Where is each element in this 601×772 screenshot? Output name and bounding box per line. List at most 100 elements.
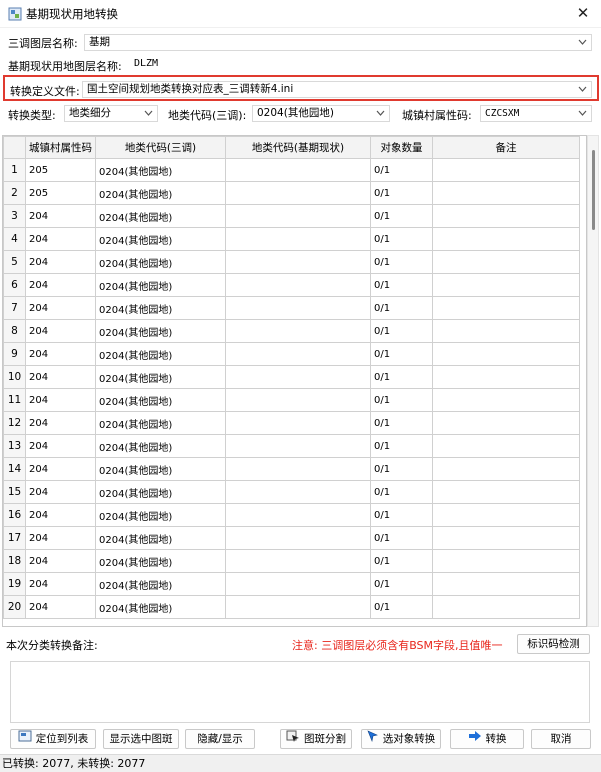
table-row[interactable]: 1 205 0204(其他园地) 0/1 [3, 158, 580, 182]
row-number[interactable]: 14 [3, 457, 26, 481]
convert-button[interactable]: 转换 [450, 729, 524, 749]
conversion-table[interactable]: 城镇村属性码 地类代码(三调) 地类代码(基期现状) 对象数量 备注 1 205 0… [2, 135, 587, 627]
remark-cell[interactable] [432, 503, 580, 527]
base-code-cell[interactable] [225, 296, 371, 320]
town-code-cell[interactable]: 204 [25, 296, 96, 320]
land-code-cell[interactable]: 0204(其他园地) [95, 319, 226, 343]
object-count-cell[interactable]: 0/1 [370, 480, 433, 504]
table-row[interactable]: 2 205 0204(其他园地) 0/1 [3, 181, 580, 205]
remark-cell[interactable] [432, 250, 580, 274]
vertical-scrollbar[interactable] [587, 135, 599, 627]
table-row[interactable]: 10 204 0204(其他园地) 0/1 [3, 365, 580, 389]
remark-cell[interactable] [432, 296, 580, 320]
object-count-cell[interactable]: 0/1 [370, 572, 433, 596]
row-number[interactable]: 16 [3, 503, 26, 527]
town-code-cell[interactable]: 204 [25, 411, 96, 435]
split-button[interactable]: 图斑分割 [280, 729, 352, 749]
land-code-cell[interactable]: 0204(其他园地) [95, 273, 226, 297]
land-code-select[interactable]: 0204(其他园地) [252, 105, 390, 122]
remark-cell[interactable] [432, 273, 580, 297]
row-number[interactable]: 13 [3, 434, 26, 458]
land-code-cell[interactable]: 0204(其他园地) [95, 595, 226, 619]
remark-cell[interactable] [432, 204, 580, 228]
object-count-cell[interactable]: 0/1 [370, 434, 433, 458]
table-row[interactable]: 13 204 0204(其他园地) 0/1 [3, 434, 580, 458]
cancel-button[interactable]: 取消 [531, 729, 591, 749]
object-count-cell[interactable]: 0/1 [370, 503, 433, 527]
column-header[interactable]: 备注 [432, 136, 580, 159]
object-count-cell[interactable]: 0/1 [370, 388, 433, 412]
town-code-cell[interactable]: 204 [25, 434, 96, 458]
table-row[interactable]: 5 204 0204(其他园地) 0/1 [3, 250, 580, 274]
land-code-cell[interactable]: 0204(其他园地) [95, 342, 226, 366]
town-code-cell[interactable]: 204 [25, 549, 96, 573]
remark-cell[interactable] [432, 411, 580, 435]
row-number[interactable]: 7 [3, 296, 26, 320]
land-code-cell[interactable]: 0204(其他园地) [95, 250, 226, 274]
row-number[interactable]: 4 [3, 227, 26, 251]
land-code-cell[interactable]: 0204(其他园地) [95, 526, 226, 550]
land-code-cell[interactable]: 0204(其他园地) [95, 503, 226, 527]
land-code-cell[interactable]: 0204(其他园地) [95, 572, 226, 596]
remark-textarea[interactable] [10, 661, 590, 723]
row-number[interactable]: 15 [3, 480, 26, 504]
base-code-cell[interactable] [225, 457, 371, 481]
object-count-cell[interactable]: 0/1 [370, 365, 433, 389]
base-code-cell[interactable] [225, 273, 371, 297]
base-code-cell[interactable] [225, 204, 371, 228]
row-number[interactable]: 11 [3, 388, 26, 412]
row-number[interactable]: 3 [3, 204, 26, 228]
town-code-cell[interactable]: 205 [25, 181, 96, 205]
object-count-cell[interactable]: 0/1 [370, 549, 433, 573]
town-code-cell[interactable]: 204 [25, 227, 96, 251]
object-count-cell[interactable]: 0/1 [370, 457, 433, 481]
table-row[interactable]: 18 204 0204(其他园地) 0/1 [3, 549, 580, 573]
hide-show-button[interactable]: 隐藏/显示 [185, 729, 255, 749]
base-code-cell[interactable] [225, 526, 371, 550]
base-code-cell[interactable] [225, 319, 371, 343]
town-code-cell[interactable]: 204 [25, 457, 96, 481]
table-row[interactable]: 3 204 0204(其他园地) 0/1 [3, 204, 580, 228]
town-code-cell[interactable]: 204 [25, 204, 96, 228]
town-code-cell[interactable]: 204 [25, 342, 96, 366]
land-code-cell[interactable]: 0204(其他园地) [95, 227, 226, 251]
row-number[interactable]: 5 [3, 250, 26, 274]
table-row[interactable]: 11 204 0204(其他园地) 0/1 [3, 388, 580, 412]
scrollbar-thumb[interactable] [592, 150, 595, 230]
locate-button[interactable]: 定位到列表 [10, 729, 96, 749]
show-selected-button[interactable]: 显示选中图斑 [103, 729, 179, 749]
land-code-cell[interactable]: 0204(其他园地) [95, 434, 226, 458]
table-row[interactable]: 17 204 0204(其他园地) 0/1 [3, 526, 580, 550]
land-code-cell[interactable]: 0204(其他园地) [95, 480, 226, 504]
convert-type-select[interactable]: 地类细分 [64, 105, 158, 122]
row-number[interactable]: 12 [3, 411, 26, 435]
row-number[interactable]: 20 [3, 595, 26, 619]
remark-cell[interactable] [432, 457, 580, 481]
object-count-cell[interactable]: 0/1 [370, 250, 433, 274]
land-code-cell[interactable]: 0204(其他园地) [95, 549, 226, 573]
town-code-cell[interactable]: 204 [25, 503, 96, 527]
base-code-cell[interactable] [225, 595, 371, 619]
row-number[interactable]: 10 [3, 365, 26, 389]
base-code-cell[interactable] [225, 181, 371, 205]
id-check-button[interactable]: 标识码检测 [517, 634, 590, 654]
remark-cell[interactable] [432, 342, 580, 366]
object-count-cell[interactable]: 0/1 [370, 158, 433, 182]
town-code-cell[interactable]: 204 [25, 480, 96, 504]
town-code-cell[interactable]: 204 [25, 526, 96, 550]
layer-select[interactable]: 基期 [84, 34, 592, 51]
row-number[interactable]: 8 [3, 319, 26, 343]
table-row[interactable]: 4 204 0204(其他园地) 0/1 [3, 227, 580, 251]
town-code-cell[interactable]: 204 [25, 388, 96, 412]
land-code-cell[interactable]: 0204(其他园地) [95, 365, 226, 389]
table-row[interactable]: 7 204 0204(其他园地) 0/1 [3, 296, 580, 320]
row-number[interactable]: 1 [3, 158, 26, 182]
table-row[interactable]: 16 204 0204(其他园地) 0/1 [3, 503, 580, 527]
row-number[interactable]: 17 [3, 526, 26, 550]
object-count-cell[interactable]: 0/1 [370, 181, 433, 205]
base-code-cell[interactable] [225, 250, 371, 274]
row-number[interactable]: 9 [3, 342, 26, 366]
def-file-select[interactable]: 国土空间规划地类转换对应表_三调转新4.ini [82, 81, 592, 98]
row-number[interactable]: 19 [3, 572, 26, 596]
column-header[interactable]: 对象数量 [370, 136, 433, 159]
